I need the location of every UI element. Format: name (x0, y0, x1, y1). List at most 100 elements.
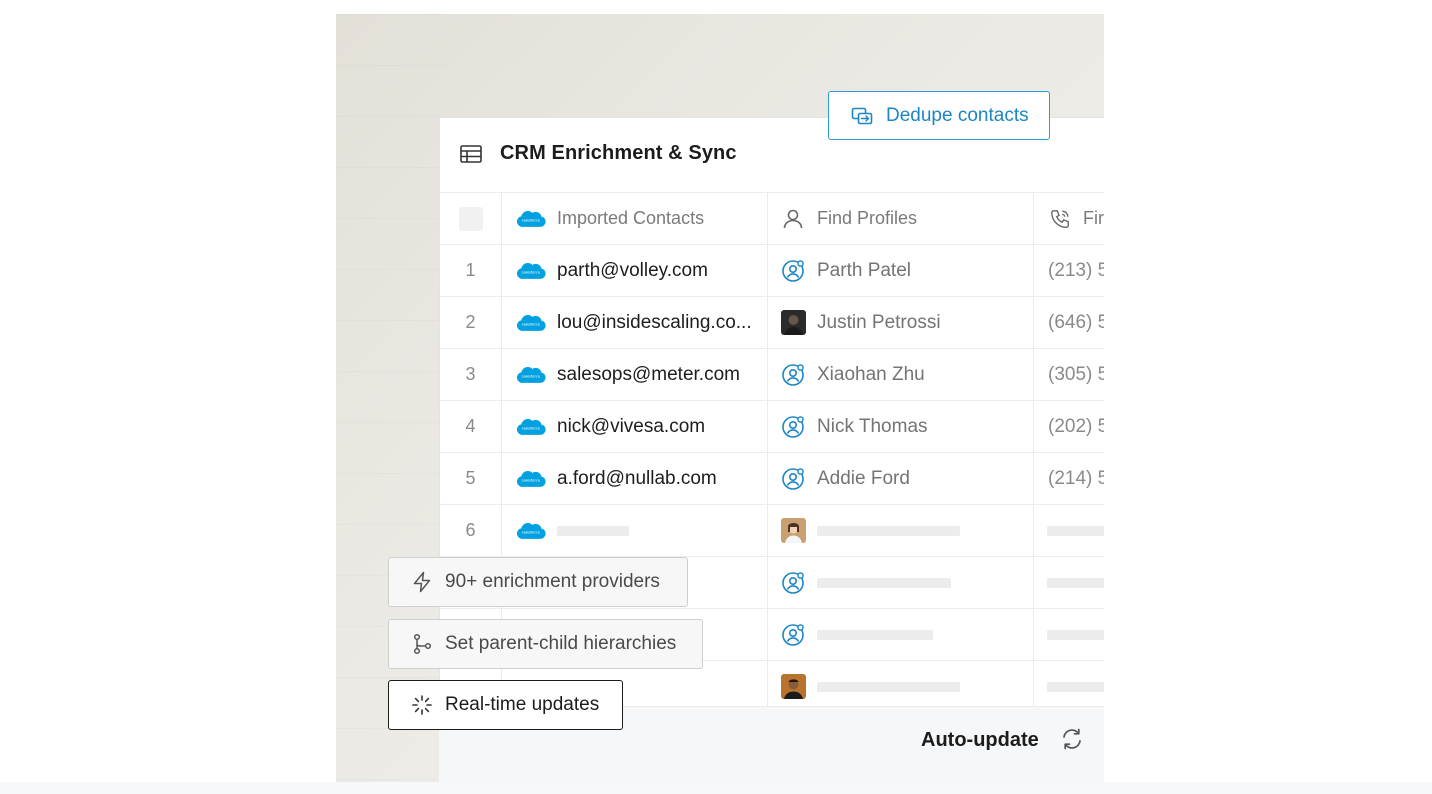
row-number: 5 (440, 453, 502, 504)
git-branch-icon (413, 633, 432, 655)
imported-contact-cell[interactable]: salesforce salesops@meter.com (501, 349, 768, 400)
phone-cell[interactable] (1033, 557, 1104, 608)
contact-email: lou@insidescaling.co... (557, 311, 752, 333)
svg-text:salesforce: salesforce (522, 426, 541, 430)
table-row[interactable]: 6 salesforce (440, 504, 1104, 556)
svg-text:salesforce: salesforce (522, 478, 541, 482)
refresh-icon[interactable] (1059, 726, 1085, 752)
row-number-text: 4 (465, 416, 476, 436)
select-all-checkbox[interactable] (458, 206, 483, 231)
column-header-imported-contacts[interactable]: salesforce Imported Contacts (501, 193, 768, 244)
loading-placeholder (1047, 525, 1104, 536)
profile-cell[interactable]: Addie Ford (767, 453, 1034, 504)
phone-number: (213) 5 (1048, 259, 1104, 281)
contact-email: a.ford@nullab.com (557, 467, 717, 489)
profile-cell[interactable]: Xiaohan Zhu (767, 349, 1034, 400)
phone-number: (202) 5 (1048, 415, 1104, 437)
column-header-phone[interactable]: Fir (1033, 193, 1104, 244)
row-number-text: 5 (465, 468, 476, 488)
dedupe-contacts-button[interactable]: Dedupe contacts (828, 91, 1050, 140)
profile-cell[interactable] (767, 661, 1034, 712)
svg-text:salesforce: salesforce (522, 218, 541, 222)
profile-cell[interactable] (767, 505, 1034, 556)
phone-cell[interactable]: (305) 5 (1033, 349, 1104, 400)
column-header-find-profiles[interactable]: Find Profiles (767, 193, 1034, 244)
loading-placeholder (1047, 577, 1104, 588)
phone-cell[interactable]: (214) 5 (1033, 453, 1104, 504)
phone-cell[interactable]: (213) 5 (1033, 245, 1104, 296)
profile-cell[interactable]: Nick Thomas (767, 401, 1034, 452)
phone-cell[interactable]: (202) 5 (1033, 401, 1104, 452)
feature-chip-realtime[interactable]: Real-time updates (388, 680, 623, 730)
auto-update-label: Auto-update (921, 729, 1039, 751)
table-row[interactable]: 1 salesforce parth@volley.com Parth Patel (2… (440, 244, 1104, 296)
chip-label: Real-time updates (445, 694, 600, 715)
profile-cell[interactable]: Justin Petrossi (767, 297, 1034, 348)
salesforce-icon: salesforce (517, 366, 546, 383)
loading-placeholder (817, 681, 960, 692)
salesforce-icon: salesforce (517, 314, 546, 331)
imported-contact-cell[interactable]: salesforce parth@volley.com (501, 245, 768, 296)
dedupe-label: Dedupe contacts (886, 104, 1029, 126)
profile-name: Nick Thomas (817, 415, 928, 437)
chip-label: 90+ enrichment providers (445, 571, 660, 592)
salesforce-icon: salesforce (517, 522, 546, 539)
table-header-row: salesforce Imported Contacts Find Profil… (440, 192, 1104, 244)
loading-placeholder (1047, 629, 1104, 640)
table-icon (460, 145, 482, 163)
user-sync-icon (782, 467, 804, 490)
avatar (781, 310, 806, 335)
imported-contact-cell[interactable]: salesforce a.ford@nullab.com (501, 453, 768, 504)
salesforce-icon: salesforce (517, 418, 546, 435)
table-row[interactable]: 4 salesforce nick@vivesa.com Nick Thomas (20… (440, 400, 1104, 452)
imported-contact-cell[interactable]: salesforce lou@insidescaling.co... (501, 297, 768, 348)
imported-contact-cell[interactable]: salesforce nick@vivesa.com (501, 401, 768, 452)
bottom-band (0, 782, 1432, 794)
phone-cell[interactable] (1033, 505, 1104, 556)
svg-text:salesforce: salesforce (522, 322, 541, 326)
loading-spinner-icon (412, 695, 432, 715)
loading-placeholder (557, 525, 629, 536)
phone-cell[interactable] (1033, 609, 1104, 660)
profile-name: Parth Patel (817, 259, 911, 281)
row-number-text: 6 (465, 520, 476, 540)
user-sync-icon (782, 571, 804, 594)
loading-placeholder (817, 525, 960, 536)
profile-cell[interactable] (767, 609, 1034, 660)
column-label: Fir (1083, 208, 1104, 228)
row-number-text: 2 (465, 312, 476, 332)
phone-cell[interactable]: (646) 5 (1033, 297, 1104, 348)
row-number: 3 (440, 349, 502, 400)
profile-name: Xiaohan Zhu (817, 363, 925, 385)
contact-email: nick@vivesa.com (557, 415, 706, 437)
table-row[interactable]: 3 salesforce salesops@meter.com Xiaohan Zhu… (440, 348, 1104, 400)
avatar (781, 674, 806, 699)
swap-icon (851, 107, 873, 124)
contact-email: parth@volley.com (557, 259, 708, 281)
salesforce-icon: salesforce (517, 470, 546, 487)
column-label: Imported Contacts (557, 208, 705, 228)
row-number-text: 3 (465, 364, 476, 384)
phone-number: (646) 5 (1048, 311, 1104, 333)
svg-text:salesforce: salesforce (522, 530, 541, 534)
profile-cell[interactable] (767, 557, 1034, 608)
table-row[interactable]: 2 salesforce lou@insidescaling.co... Justin… (440, 296, 1104, 348)
row-number-text: 1 (465, 260, 476, 280)
feature-chip-enrichment[interactable]: 90+ enrichment providers (388, 557, 688, 607)
user-icon (783, 209, 803, 228)
salesforce-icon: salesforce (517, 210, 546, 227)
select-all-cell (440, 193, 502, 244)
page-title: CRM Enrichment & Sync (500, 142, 737, 164)
imported-contact-cell[interactable]: salesforce (501, 505, 768, 556)
profile-cell[interactable]: Parth Patel (767, 245, 1034, 296)
chip-label: Set parent-child hierarchies (445, 633, 677, 654)
row-number: 1 (440, 245, 502, 296)
row-number: 4 (440, 401, 502, 452)
table-row[interactable]: 5 salesforce a.ford@nullab.com Addie Ford (2… (440, 452, 1104, 504)
user-sync-icon (782, 415, 804, 438)
feature-chip-hierarchies[interactable]: Set parent-child hierarchies (388, 619, 703, 669)
phone-cell[interactable] (1033, 661, 1104, 712)
user-sync-icon (782, 363, 804, 386)
avatar (781, 518, 806, 543)
row-number: 6 (440, 505, 502, 556)
